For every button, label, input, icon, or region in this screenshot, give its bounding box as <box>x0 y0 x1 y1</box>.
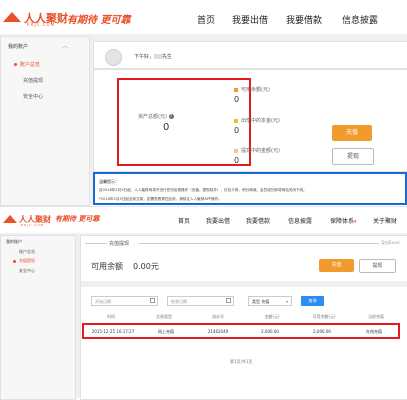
legend-square-icon <box>234 148 238 153</box>
section-title: 充值提现 <box>109 241 130 247</box>
asset-card: 资产总额(元) ? 0 可用余额(元) 0 出借中的本金(元) 0 提现中的金额… <box>93 69 407 172</box>
type-select[interactable]: 类型 充值 ▾ <box>248 296 292 306</box>
sidebar-item-recharge[interactable]: 充值提现 <box>13 258 35 264</box>
start-date-input[interactable]: 开始日期 <box>91 296 158 306</box>
nav-item-home[interactable]: 首页 <box>178 216 190 225</box>
sidebar-item-security[interactable]: 安全中心 <box>19 268 35 274</box>
top-header: 人人聚财 RRJC.COM 有期待 更可靠 首页 我要出借 我要借款 信息披露 <box>0 0 407 34</box>
type-label: 类型 <box>252 299 260 304</box>
column-header: 时间 <box>107 314 115 319</box>
available-balance-label: 可用余额 <box>91 262 123 271</box>
recharge-panel: 充值提现 导出Excel 可用余额 0.00元 充值 提现 开始日期 结束日期 … <box>80 235 407 400</box>
slogan: 有期待 更可靠 <box>67 15 131 26</box>
withdrawing-amount-label: 提现中的金额(元) <box>234 147 280 154</box>
top-screenshot: 人人聚财 RRJC.COM 有期待 更可靠 首页 我要出借 我要借款 信息披露 … <box>0 0 407 206</box>
nav-item-borrow[interactable]: 我要借款 <box>286 13 322 26</box>
nav-item-disclosure[interactable]: 信息披露 <box>342 13 378 26</box>
sidebar-item-label: 账户总览 <box>20 62 41 68</box>
withdraw-button[interactable]: 提现 <box>359 259 396 273</box>
cell-type: 网上充值 <box>158 329 174 334</box>
lending-principal-value: 0 <box>234 126 240 135</box>
bottom-header: 人人聚财 RRJC.COM 有期待 更可靠 首页 我要出借 我要借款 信息披露 … <box>0 207 407 233</box>
total-assets-value: 0 <box>163 122 170 133</box>
nav-item-about[interactable]: 关于聚财 <box>373 216 397 225</box>
bottom-sidebar: 我的账户 账户总览 充值提现 安全中心 <box>0 235 76 400</box>
chevron-down-icon: ▾ <box>285 299 288 304</box>
legend-square-icon <box>234 87 238 92</box>
recharge-button[interactable]: 充值 <box>319 259 354 272</box>
withdraw-button[interactable]: 提现 <box>332 148 374 165</box>
column-header: 当前充值 <box>368 314 384 319</box>
chevron-up-icon[interactable]: ︿ <box>62 41 68 50</box>
asset-summary <box>117 78 251 166</box>
nav-item-home[interactable]: 首页 <box>197 13 215 26</box>
calendar-icon[interactable] <box>150 298 155 303</box>
notice-line-1: 自2018年2月3日起，人人聚财网将不进行任何出借操作（充值、提现除外），红包卡… <box>99 188 307 192</box>
end-date-input[interactable]: 结束日期 <box>167 296 234 306</box>
total-assets-label: 资产总额(元) ? <box>138 114 174 120</box>
logo-icon[interactable] <box>3 215 17 223</box>
column-header: 金额(元) <box>264 314 280 319</box>
available-balance-value: 0.00元 <box>133 262 159 271</box>
active-dot-icon <box>14 63 17 66</box>
sidebar-item-overview[interactable]: 账户总览 <box>14 61 40 68</box>
legend-square-icon <box>234 118 238 123</box>
nav-item-security[interactable]: 保障体系▾ <box>330 216 357 225</box>
cell-balance: 2,000.00 <box>313 329 331 334</box>
sidebar-item-overview[interactable]: 账户总览 <box>19 249 35 255</box>
cell-time: 2015-12-25 16:17:27 <box>91 329 135 334</box>
slogan: 有期待 更可靠 <box>55 215 100 223</box>
nav-item-disclosure[interactable]: 信息披露 <box>288 216 312 225</box>
nav-label: 保障体系 <box>330 218 355 225</box>
chevron-down-icon: ▾ <box>354 219 357 225</box>
column-header: 交易类型 <box>156 314 172 319</box>
logo-sub: RRJC.COM <box>21 223 45 227</box>
withdrawing-amount-value: 0 <box>234 156 240 165</box>
notice-box: 温馨提示： 自2018年2月3日起，人人聚财网将不进行任何出借操作（充值、提现除… <box>93 172 407 205</box>
greeting-text: 下午好， 先生 <box>134 54 173 60</box>
bottom-screenshot: 人人聚财 RRJC.COM 有期待 更可靠 首页 我要出借 我要借款 信息披露 … <box>0 207 407 400</box>
sidebar-item-label: 充值提现 <box>19 258 35 263</box>
table-row[interactable]: 2015-12-25 16:17:27 网上充值 21462049 2,000.… <box>82 323 400 339</box>
section-rule-right <box>139 243 379 244</box>
cell-channel: 在线充值 <box>366 329 382 334</box>
pagination[interactable]: 第1页/共1页 <box>230 359 252 365</box>
active-dot-icon <box>13 259 16 263</box>
logo-sub: RRJC.COM <box>27 22 56 27</box>
sidebar-header[interactable]: 我的账户 <box>8 43 28 50</box>
table-header: 时间 交易类型 流水号 金额(元) 可用余额(元) 当前充值 <box>86 310 404 324</box>
sidebar-item-recharge[interactable]: 充值提现 <box>23 77 43 84</box>
top-sidebar: 我的账户 ︿ 账户总览 充值提现 安全中心 <box>0 36 90 206</box>
available-balance-value: 0 <box>234 95 240 104</box>
search-button[interactable]: 查询 <box>301 296 324 306</box>
section-rule <box>85 243 107 244</box>
sidebar-header[interactable]: 我的账户 <box>6 239 22 245</box>
cell-amount: 2,000.00 <box>261 329 279 334</box>
type-value: 充值 <box>261 299 270 304</box>
sidebar-item-security[interactable]: 安全中心 <box>23 93 43 100</box>
calendar-icon[interactable] <box>226 298 231 303</box>
notice-title: 温馨提示： <box>99 179 119 184</box>
export-excel-link[interactable]: 导出Excel <box>381 240 400 246</box>
logo-icon[interactable] <box>3 12 21 22</box>
greeting-card: 下午好， 先生 <box>93 41 407 69</box>
nav-item-invest[interactable]: 我要出借 <box>232 13 268 26</box>
column-header: 流水号 <box>212 314 224 319</box>
help-icon[interactable]: ? <box>168 114 174 119</box>
avatar[interactable] <box>105 49 122 66</box>
column-header: 可用余额(元) <box>312 314 336 319</box>
nav-item-borrow[interactable]: 我要借款 <box>246 216 270 225</box>
notice-line-2: *2018年2月3日起此前交易，如需查看请在此前，请前往人人聚财APP操作。 <box>99 197 222 201</box>
lending-principal-label: 出借中的本金(元) <box>234 117 280 124</box>
nav-item-invest[interactable]: 我要出借 <box>206 216 230 225</box>
cell-serial: 21462049 <box>207 329 229 334</box>
available-balance-label: 可用余额(元) <box>234 86 270 93</box>
recharge-button[interactable]: 充值 <box>332 125 372 141</box>
